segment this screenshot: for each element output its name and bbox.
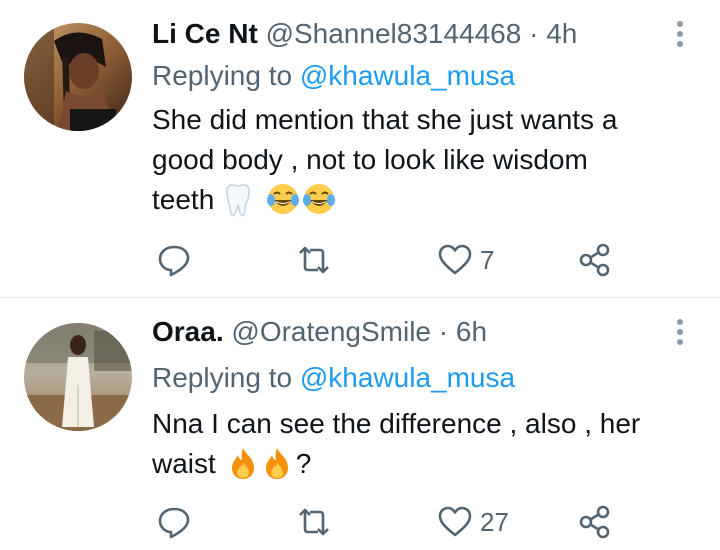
retweet-icon bbox=[299, 246, 329, 274]
replying-to: Replying to @khawula_musa bbox=[152, 58, 515, 94]
heart-icon bbox=[438, 244, 472, 275]
tweet-reply[interactable]: Oraa. @OratengSmile · 6h Replying to @kh… bbox=[0, 298, 720, 550]
laughing-emoji-icon bbox=[302, 182, 338, 218]
share-button[interactable] bbox=[578, 502, 612, 542]
laughing-emoji-icon bbox=[266, 182, 302, 218]
separator-dot: · bbox=[438, 316, 449, 347]
avatar[interactable] bbox=[24, 323, 132, 431]
reply-icon bbox=[158, 245, 190, 277]
like-button[interactable]: 27 bbox=[438, 502, 509, 542]
tweet-text-line: She did mention that she just wants a bbox=[152, 104, 618, 135]
like-count: 27 bbox=[480, 506, 509, 537]
tweet-text-line: good body , not to look like wisdom bbox=[152, 144, 588, 175]
tweet-text-line: teeth bbox=[152, 184, 215, 215]
tweet-text: Nna I can see the difference , also , he… bbox=[152, 404, 697, 484]
tweet-text: She did mention that she just wants a go… bbox=[152, 100, 697, 220]
replying-to-label: Replying to bbox=[152, 362, 293, 393]
reply-button[interactable] bbox=[157, 502, 199, 542]
fire-emoji-icon bbox=[262, 446, 296, 482]
more-options-icon[interactable] bbox=[668, 18, 692, 50]
replying-to: Replying to @khawula_musa bbox=[152, 360, 515, 396]
fire-emoji-icon bbox=[228, 446, 262, 482]
share-icon bbox=[579, 505, 610, 539]
display-name[interactable]: Oraa. bbox=[152, 316, 224, 347]
tweet-reply[interactable]: Li Ce Nt @Shannel83144468 · 4h Replying … bbox=[0, 0, 720, 297]
display-name[interactable]: Li Ce Nt bbox=[152, 18, 258, 49]
tweet-header: Li Ce Nt @Shannel83144468 · 4h bbox=[152, 16, 577, 52]
reply-button[interactable] bbox=[157, 240, 199, 280]
user-handle[interactable]: @OratengSmile bbox=[231, 316, 431, 347]
mention-link[interactable]: @khawula_musa bbox=[300, 60, 515, 91]
separator-dot: · bbox=[529, 18, 539, 49]
mention-link[interactable]: @khawula_musa bbox=[300, 362, 515, 393]
share-button[interactable] bbox=[578, 240, 612, 280]
tweet-text-tail: ? bbox=[295, 448, 312, 479]
avatar[interactable] bbox=[24, 23, 132, 131]
replying-to-label: Replying to bbox=[152, 60, 293, 91]
tooth-emoji-icon bbox=[224, 183, 266, 217]
like-count: 7 bbox=[480, 244, 495, 275]
timestamp[interactable]: 4h bbox=[546, 18, 577, 49]
timestamp[interactable]: 6h bbox=[456, 316, 487, 347]
retweet-button[interactable] bbox=[296, 240, 340, 280]
more-options-icon[interactable] bbox=[668, 316, 692, 348]
user-handle[interactable]: @Shannel83144468 bbox=[266, 18, 522, 49]
reply-icon bbox=[158, 507, 190, 539]
heart-icon bbox=[438, 506, 472, 537]
tweet-text-line: Nna I can see the difference , also , he… bbox=[152, 408, 641, 439]
like-button[interactable]: 7 bbox=[438, 240, 494, 280]
tweet-header: Oraa. @OratengSmile · 6h bbox=[152, 314, 487, 350]
retweet-icon bbox=[299, 508, 329, 536]
retweet-button[interactable] bbox=[296, 502, 340, 542]
share-icon bbox=[579, 243, 610, 277]
tweet-text-line: waist bbox=[152, 448, 216, 479]
